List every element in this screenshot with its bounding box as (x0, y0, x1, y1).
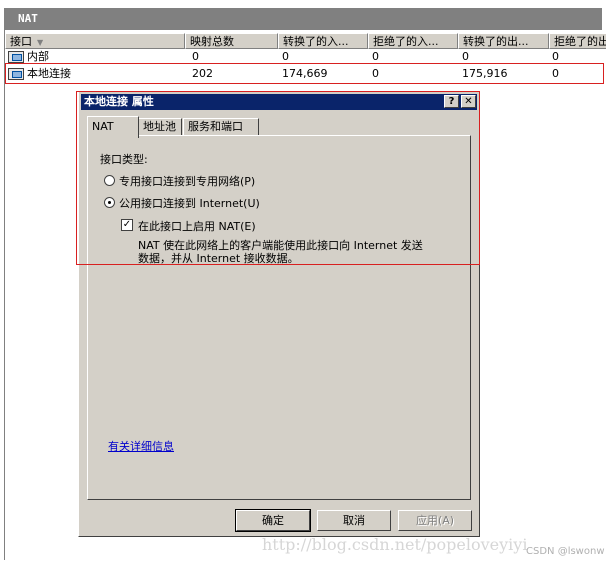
tab-services-ports[interactable]: 服务和端口 (183, 118, 259, 136)
more-info-link[interactable]: 有关详细信息 (108, 438, 174, 454)
csdn-badge: CSDN @lswonw (526, 546, 605, 557)
row-in-rejected: 0 (372, 50, 379, 63)
table-row[interactable]: 本地连接 202 174,669 0 175,916 0 (5, 66, 605, 82)
radio-public-label[interactable]: 公用接口连接到 Internet(U) (119, 195, 260, 211)
tab-address-pool[interactable]: 地址池 (138, 118, 182, 136)
column-header-interface[interactable]: 接口 ▼ (5, 33, 185, 49)
window-title: NAT (4, 8, 602, 30)
interface-type-label: 接口类型: (100, 153, 148, 166)
interface-properties-dialog: 本地连接 属性 ? ✕ NAT 地址池 服务和端口 接口类型: 专用接口连接到专… (78, 91, 480, 537)
row-mappings: 0 (192, 50, 199, 63)
enable-nat-checkbox[interactable]: ✓ (121, 219, 133, 231)
cancel-button[interactable]: 取消 (317, 510, 391, 531)
dialog-title-bar: 本地连接 属性 ? ✕ (81, 94, 477, 110)
help-button[interactable]: ? (444, 95, 459, 108)
radio-public-interface[interactable] (104, 197, 115, 208)
row-out-translated: 175,916 (462, 67, 508, 80)
list-header: 接口 ▼ 映射总数 转换了的入... 拒绝了的入... 转换了的出... 拒绝了的… (5, 33, 606, 49)
dialog-title: 本地连接 属性 (84, 95, 154, 108)
column-header-out-translated[interactable]: 转换了的出... (458, 33, 549, 49)
network-interface-icon (8, 51, 24, 63)
radio-private-label[interactable]: 专用接口连接到专用网络(P) (119, 173, 255, 189)
radio-private-interface[interactable] (104, 175, 115, 186)
network-interface-icon (8, 68, 24, 80)
row-out-rejected: 0 (552, 67, 559, 80)
row-in-translated: 174,669 (282, 67, 328, 80)
column-header-mappings[interactable]: 映射总数 (185, 33, 278, 49)
row-out-rejected: 0 (552, 50, 559, 63)
sort-descending-icon: ▼ (37, 38, 44, 47)
column-header-out-rejected[interactable]: 拒绝了的出 (549, 33, 606, 49)
row-in-rejected: 0 (372, 67, 379, 80)
nat-description-line-2: 数据，并从 Internet 接收数据。 (138, 252, 299, 265)
column-header-in-translated[interactable]: 转换了的入... (278, 33, 368, 49)
tab-nat[interactable]: NAT (87, 116, 139, 138)
column-header-in-rejected[interactable]: 拒绝了的入... (368, 33, 458, 49)
nat-tab-panel: 接口类型: 专用接口连接到专用网络(P) 公用接口连接到 Internet(U)… (87, 135, 471, 500)
row-in-translated: 0 (282, 50, 289, 63)
close-button[interactable]: ✕ (461, 95, 476, 108)
table-row[interactable]: 内部 0 0 0 0 0 (5, 49, 605, 65)
enable-nat-label[interactable]: 在此接口上启用 NAT(E) (138, 218, 256, 234)
apply-button[interactable]: 应用(A) (398, 510, 472, 531)
row-out-translated: 0 (462, 50, 469, 63)
row-interface-name: 内部 (27, 50, 49, 63)
row-interface-name: 本地连接 (27, 67, 71, 80)
row-mappings: 202 (192, 67, 213, 80)
watermark-url: http://blog.csdn.net/popeloveyiyi (262, 535, 528, 554)
ok-button[interactable]: 确定 (235, 509, 311, 532)
